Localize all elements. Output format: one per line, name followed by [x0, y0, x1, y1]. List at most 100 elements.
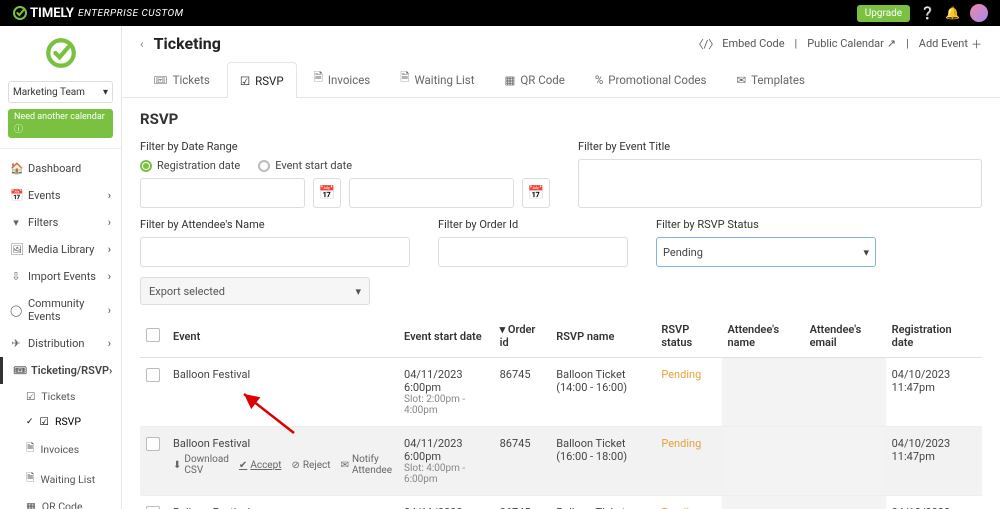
tab-label: RSVP	[255, 74, 284, 88]
registration-date: 04/10/2023 11:47pm	[886, 496, 982, 509]
nav-label: Dashboard	[28, 162, 81, 175]
avatar[interactable]	[970, 4, 988, 22]
tab-tickets[interactable]: 🎟Tickets	[140, 61, 223, 97]
sidebar-top: Marketing Team ▾ Need another calendar ⓘ	[0, 26, 121, 149]
rsvp-status-select[interactable]: Pending ▾	[656, 237, 876, 267]
chevron-right-icon: ›	[108, 304, 111, 317]
date-to-picker-button[interactable]: 📅	[522, 178, 550, 208]
export-selected-dropdown[interactable]: Export selected ▾	[140, 277, 370, 305]
radio-registration-date[interactable]: Registration date	[140, 159, 240, 172]
collapse-sidebar-icon[interactable]: ‹	[140, 37, 144, 51]
tab-promotional-codes[interactable]: %Promotional Codes	[582, 61, 720, 97]
attendee-name-cell	[722, 358, 804, 427]
sidebar-logo-icon	[44, 36, 78, 73]
tabs: 🎟Tickets☑RSVP 🗎 Invoices 🗎Waiting List▦QR C…	[122, 61, 1000, 98]
order-id-input[interactable]	[438, 237, 628, 267]
sidebar-item-media-library[interactable]: 🖼Media Library›	[0, 236, 121, 263]
attendee-email-cell	[804, 496, 886, 509]
table-row[interactable]: Balloon Festival ⬇ Download CSV ✔ Accept…	[140, 427, 982, 496]
tab-icon: 🗎	[314, 70, 323, 89]
date-from-input[interactable]	[140, 178, 305, 208]
sidebar-subitem-qr-code[interactable]: ▦QR Code	[0, 494, 121, 509]
filter-rsvp-status-label: Filter by RSVP Status	[656, 218, 876, 231]
sub-label: Waiting List	[40, 473, 95, 486]
nav-label: Distribution	[28, 337, 84, 350]
select-all-checkbox[interactable]	[146, 328, 160, 342]
rsvp-status: Pending	[661, 437, 701, 450]
add-event-link[interactable]: Add Event ＋	[919, 36, 982, 52]
sidebar-subitem-invoices[interactable]: 🗎Invoices	[0, 434, 121, 464]
tab-rsvp[interactable]: ☑RSVP	[227, 62, 297, 98]
event-slot: Slot: 4:00pm - 6:00pm	[404, 463, 488, 485]
date-from-picker-button[interactable]: 📅	[313, 178, 341, 208]
nav-label: Events	[28, 189, 61, 202]
row-checkbox[interactable]	[146, 368, 160, 382]
nav-icon: 🏠	[10, 162, 22, 175]
notify-attendee-action[interactable]: ✉ Notify Attendee	[341, 454, 392, 476]
topbar: TIMELY ENTERPRISE CUSTOM Upgrade ❔ 🔔	[0, 0, 1000, 26]
col-order[interactable]: ▾ Order id	[494, 315, 551, 358]
sidebar-subitem-waiting-list[interactable]: 🗎 Waiting List	[0, 464, 121, 494]
tab-icon: ✉	[736, 73, 746, 87]
col-attendee-email[interactable]: Attendee's email	[804, 315, 886, 358]
nav-icon: ◯	[10, 304, 22, 317]
tab-invoices[interactable]: 🗎 Invoices	[301, 61, 384, 97]
sort-icon: ▾	[500, 323, 508, 336]
tab-templates[interactable]: ✉Templates	[723, 61, 817, 97]
sidebar-item-community-events[interactable]: ◯Community Events›	[0, 290, 121, 330]
sub-label: RSVP	[55, 415, 81, 428]
attendee-name-cell	[722, 496, 804, 509]
date-to-input[interactable]	[349, 178, 514, 208]
sidebar-item-import-events[interactable]: ⇩Import Events›	[0, 263, 121, 290]
sidebar-item-dashboard[interactable]: 🏠 Dashboard	[0, 155, 121, 182]
check-icon: ✔	[239, 460, 247, 471]
col-event[interactable]: Event	[167, 315, 398, 358]
public-calendar-link[interactable]: Public Calendar ↗	[807, 37, 896, 50]
notifications-icon[interactable]: 🔔	[945, 6, 960, 20]
event-name: Balloon Festival	[173, 437, 392, 450]
nav-icon: 📅	[10, 189, 22, 202]
table-row[interactable]: Balloon Festival 04/11/2023 6:00pmSlot: …	[140, 496, 982, 509]
tab-icon: %	[595, 73, 603, 87]
chevron-right-icon: ›	[108, 216, 111, 229]
reject-action[interactable]: ⊘ Reject	[292, 454, 331, 476]
table-row[interactable]: Balloon Festival 04/11/2023 6:00pmSlot: …	[140, 358, 982, 427]
need-calendar-button[interactable]: Need another calendar ⓘ	[8, 109, 113, 138]
event-title-input[interactable]	[578, 159, 982, 208]
sidebar-subitem-tickets[interactable]: ☑Tickets	[0, 384, 121, 409]
upgrade-button[interactable]: Upgrade	[857, 5, 910, 22]
tab-waiting-list[interactable]: 🗎Waiting List	[387, 61, 487, 97]
chevron-down-icon: ▾	[103, 87, 108, 98]
download-csv-action[interactable]: ⬇ Download CSV	[173, 454, 229, 476]
nav-icon: 🖼	[10, 243, 22, 256]
radio-checked-icon	[140, 160, 152, 172]
topbar-right: Upgrade ❔ 🔔	[857, 4, 988, 22]
col-registration-date[interactable]: Registration date	[886, 315, 982, 358]
chevron-right-icon: ›	[108, 243, 111, 256]
tab-label: Invoices	[328, 73, 370, 87]
help-icon[interactable]: ❔	[920, 6, 935, 20]
row-checkbox[interactable]	[146, 437, 160, 451]
col-rsvp-status[interactable]: RSVP status	[655, 315, 721, 358]
sidebar-item-filters[interactable]: ▾Filters›	[0, 209, 121, 236]
event-start-date: 04/11/2023 6:00pm	[404, 437, 488, 463]
col-attendee-name[interactable]: Attendee's name	[722, 315, 804, 358]
sidebar-item-events[interactable]: 📅Events›	[0, 182, 121, 209]
col-start[interactable]: Event start date	[398, 315, 494, 358]
filter-event-title-label: Filter by Event Title	[578, 140, 982, 153]
sidebar-subitem-rsvp[interactable]: ☑RSVP	[0, 409, 121, 434]
embed-code-link[interactable]: 〈/〉Embed Code	[693, 36, 785, 52]
radio-event-start-date[interactable]: Event start date	[258, 159, 352, 172]
team-select-value: Marketing Team	[13, 87, 85, 98]
sidebar-item-ticketing-rsvp[interactable]: 🎟Ticketing/RSVP›	[0, 357, 121, 384]
sub-icon: 🗎	[26, 470, 34, 488]
tab-label: Tickets	[173, 73, 210, 87]
attendee-name-input[interactable]	[140, 237, 410, 267]
tab-qr-code[interactable]: ▦QR Code	[491, 61, 577, 97]
brand-sub: ENTERPRISE CUSTOM	[78, 8, 184, 19]
col-rsvp-name[interactable]: RSVP name	[550, 315, 655, 358]
accept-action[interactable]: ✔ Accept	[239, 454, 282, 476]
team-select[interactable]: Marketing Team ▾	[8, 81, 113, 103]
info-icon: ⓘ	[14, 125, 23, 135]
sidebar-item-distribution[interactable]: ✈Distribution›	[0, 330, 121, 357]
